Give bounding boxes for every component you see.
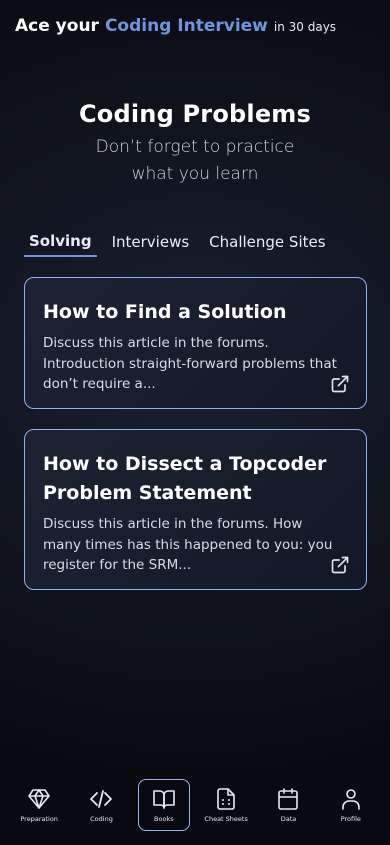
article-title: How to Find a Solution bbox=[43, 301, 287, 323]
tab-challenge-sites[interactable]: Challenge Sites bbox=[204, 232, 330, 257]
header-prefix: Ace your bbox=[15, 16, 99, 36]
nav-label: Preparation bbox=[20, 815, 58, 823]
book-icon bbox=[153, 790, 175, 809]
nav-item-preparation[interactable]: Preparation bbox=[13, 779, 65, 831]
header-suffix: in 30 days bbox=[273, 20, 337, 34]
nav-label: Data bbox=[280, 815, 297, 823]
header-highlight: Coding Interview bbox=[104, 16, 268, 36]
app-header: Ace your Coding Interview in 30 days bbox=[15, 16, 380, 36]
nav-item-cheat-sheets[interactable]: Cheat Sheets bbox=[200, 779, 252, 831]
article-card[interactable]: How to Find a Solution Discuss this arti… bbox=[24, 277, 367, 409]
subtitle-line-2: what you learn bbox=[131, 164, 259, 184]
code-icon bbox=[90, 790, 113, 808]
subtitle-line-1: Don’t forget to practice bbox=[95, 137, 295, 157]
article-title: How to Dissect a Topcoder Problem Statem… bbox=[43, 453, 327, 504]
user-icon bbox=[341, 789, 360, 810]
hero: Coding Problems Don’t forget to practice… bbox=[0, 100, 390, 188]
tab-solving[interactable]: Solving bbox=[24, 232, 97, 257]
page-title: Coding Problems bbox=[78, 100, 312, 128]
article-excerpt: Discuss this article in the forums. Intr… bbox=[43, 335, 337, 392]
nav-item-data[interactable]: Data bbox=[262, 779, 314, 831]
document-icon bbox=[217, 788, 235, 810]
external-link-icon[interactable] bbox=[330, 374, 350, 394]
screen: Ace your Coding Interview in 30 days Cod… bbox=[0, 0, 390, 845]
nav-label: Profile bbox=[340, 815, 361, 823]
nav-item-coding[interactable]: Coding bbox=[75, 779, 127, 831]
tab-bar: Solving Interviews Challenge Sites bbox=[24, 232, 331, 257]
diamond-icon bbox=[28, 789, 50, 809]
nav-item-profile[interactable]: Profile bbox=[325, 779, 377, 831]
external-link-icon[interactable] bbox=[330, 555, 350, 575]
nav-label: Coding bbox=[90, 815, 113, 823]
nav-label: Cheat Sheets bbox=[204, 815, 248, 823]
nav-label: Books bbox=[154, 815, 174, 823]
article-excerpt: Discuss this article in the forums. How … bbox=[43, 516, 333, 573]
tab-interviews[interactable]: Interviews bbox=[107, 232, 195, 257]
page-subtitle: Don’t forget to practice what you learn bbox=[0, 134, 390, 188]
bottom-nav: Preparation Coding Books Cheat Sheets Da… bbox=[0, 765, 390, 845]
calendar-icon bbox=[278, 788, 299, 810]
article-card[interactable]: How to Dissect a Topcoder Problem Statem… bbox=[24, 429, 367, 590]
nav-item-books[interactable]: Books bbox=[137, 779, 190, 831]
